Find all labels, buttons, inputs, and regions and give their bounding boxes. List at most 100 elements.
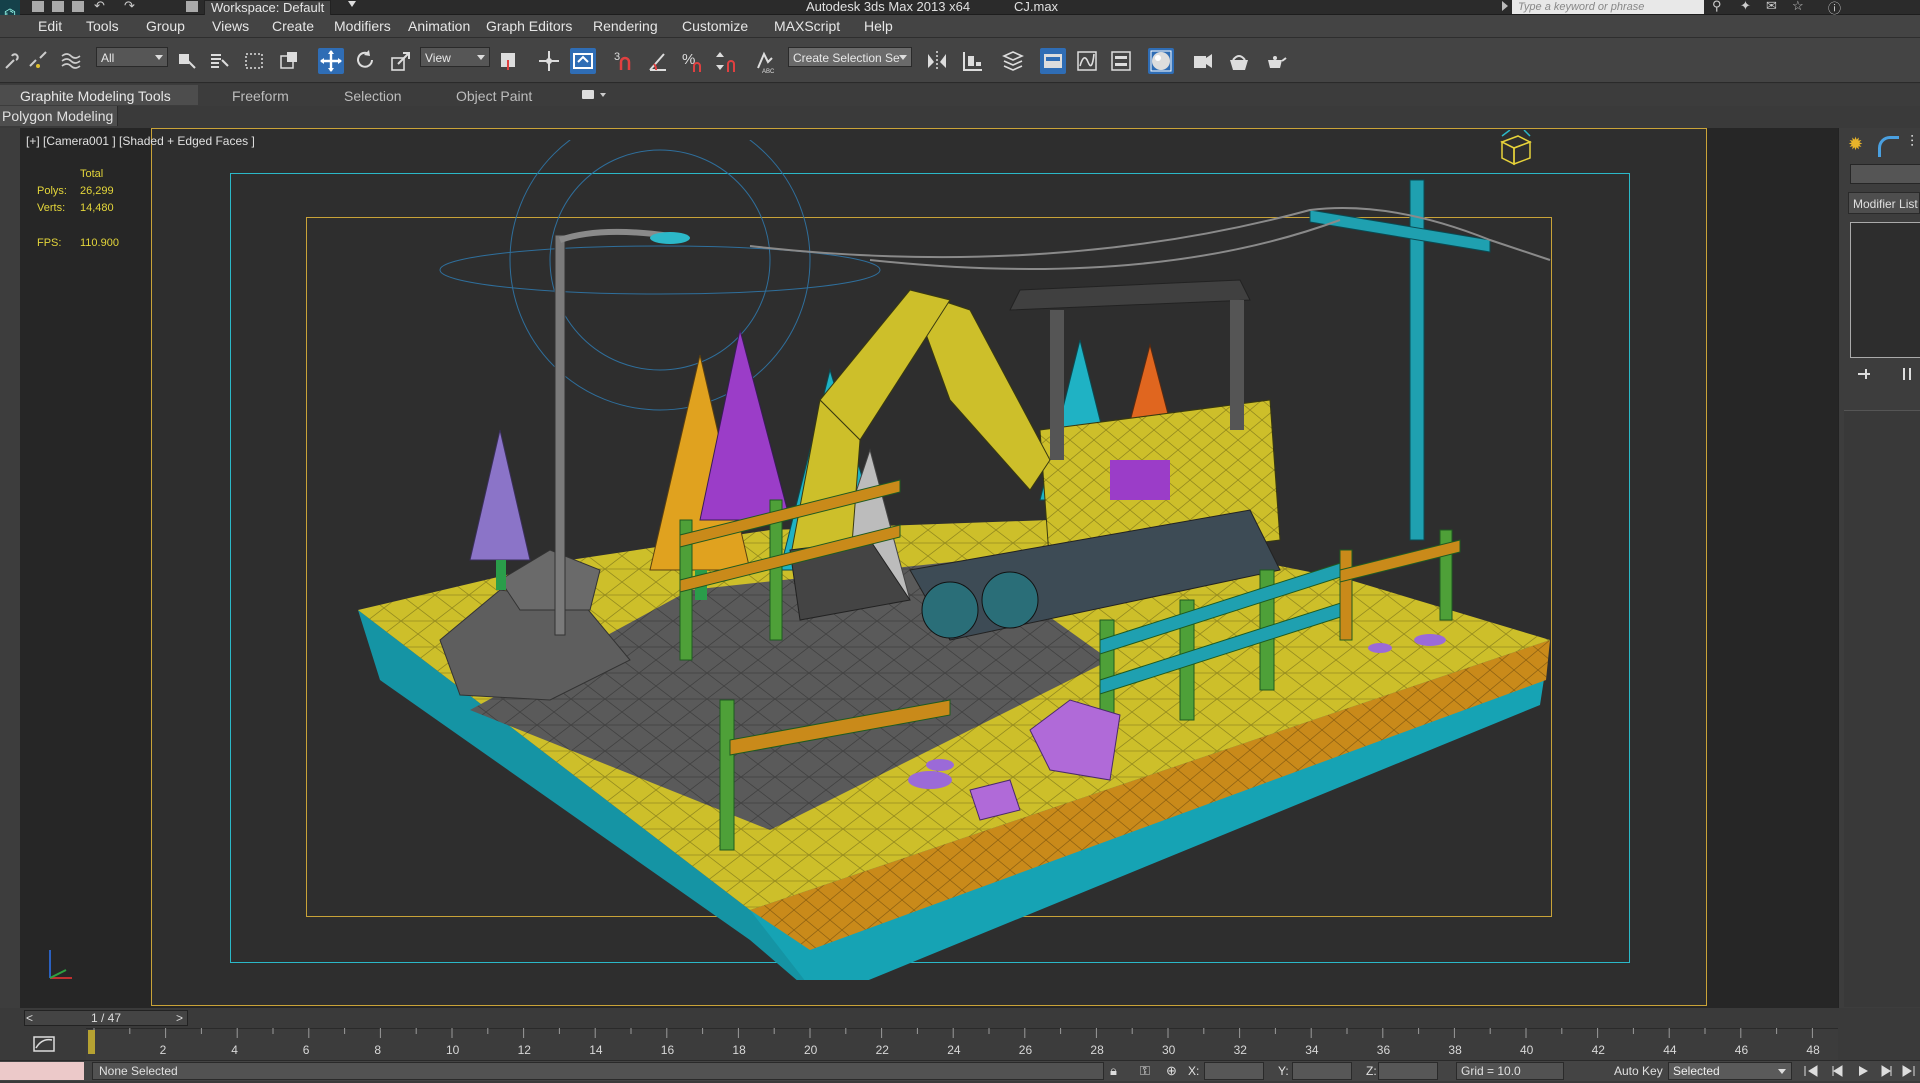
tab-freeform[interactable]: Freeform [232,88,289,104]
current-frame-marker[interactable] [88,1030,95,1054]
modifier-list-dropdown[interactable]: Modifier List [1848,192,1920,214]
save-file-icon[interactable] [72,1,84,12]
selection-filter-dropdown[interactable]: All [96,47,168,67]
isolate-selection-icon[interactable]: ⚿ [1140,1063,1150,1079]
edit-named-selection-sets-icon[interactable]: ABC [754,48,780,75]
new-file-icon[interactable] [32,1,44,12]
redo-icon[interactable]: ↷ [124,0,135,14]
select-object-icon[interactable] [174,48,200,74]
render-setup-icon[interactable] [1190,48,1216,74]
scene-render[interactable] [350,140,1630,980]
search-expand-icon[interactable] [1502,1,1508,11]
select-and-move-button[interactable] [318,48,344,74]
percent-snap-toggle-icon[interactable]: % [680,48,706,74]
go-to-end-icon[interactable] [1900,1064,1918,1078]
menu-graph-editors[interactable]: Graph Editors [486,18,572,34]
rectangular-selection-region-icon[interactable] [242,48,268,74]
chevron-down-icon[interactable] [600,93,606,97]
auto-key-button[interactable]: Auto Key [1614,1064,1663,1078]
next-frame-button[interactable]: > [176,1011,183,1025]
spinner-snap-toggle-icon[interactable] [714,48,740,74]
menu-tools[interactable]: Tools [86,18,119,34]
select-and-link-icon[interactable] [2,48,28,74]
keyboard-shortcut-override-button[interactable] [570,48,596,74]
open-mini-curve-editor-icon[interactable] [30,1034,60,1054]
hierarchy-tab-icon[interactable]: ⫶ [1910,134,1914,152]
time-slider[interactable]: 1 / 47 [24,1010,188,1026]
timeline-tick-label: 14 [589,1043,603,1057]
modifier-stack[interactable] [1850,222,1920,358]
menu-edit[interactable]: Edit [38,18,62,34]
undo-icon[interactable]: ↶ [94,0,105,14]
tab-selection[interactable]: Selection [344,88,402,104]
scene-explorer-layers-icon[interactable] [1000,48,1026,74]
previous-key-icon[interactable] [1828,1064,1846,1078]
z-coordinate-field[interactable] [1378,1062,1438,1080]
reference-coordinate-dropdown[interactable]: View [420,47,490,67]
menu-create[interactable]: Create [272,18,314,34]
align-icon[interactable] [960,48,986,74]
material-editor-button[interactable] [1148,48,1174,74]
menu-help[interactable]: Help [864,18,893,34]
window-crossing-icon[interactable] [276,48,302,74]
ribbon-options-icon[interactable] [582,90,594,99]
menu-customize[interactable]: Customize [682,18,748,34]
show-end-result-icon[interactable] [1894,364,1920,384]
open-file-icon[interactable] [52,1,64,12]
menu-modifiers[interactable]: Modifiers [334,18,391,34]
maxscript-listener-mini[interactable] [0,1062,84,1080]
x-coordinate-field[interactable] [1204,1062,1264,1080]
binoculars-icon[interactable]: ⚲ [1712,0,1722,14]
angle-snap-toggle-icon[interactable] [646,48,672,74]
create-tab-icon[interactable]: ✹ [1848,134,1863,155]
polys-label: Polys: [37,185,67,197]
modify-tab-icon[interactable] [1878,136,1899,157]
snaps-toggle-icon[interactable]: 3 [612,48,638,74]
mirror-icon[interactable] [924,48,950,74]
curve-editor-icon[interactable] [1074,48,1100,74]
workspace-dropdown-arrow-icon[interactable] [348,1,356,7]
timeline-tick-label: 6 [303,1043,310,1057]
select-and-manipulate-icon[interactable] [536,48,562,74]
schematic-view-icon[interactable] [1108,48,1134,74]
select-by-name-icon[interactable] [206,48,232,74]
timeline-tick-label: 44 [1663,1043,1677,1057]
object-name-field[interactable] [1850,164,1920,184]
ribbon-panel-polygon-modeling[interactable]: Polygon Modeling [0,106,118,126]
menu-views[interactable]: Views [212,18,249,34]
render-production-teapot-icon[interactable] [1262,48,1288,74]
project-folder-icon[interactable] [186,1,198,12]
tab-graphite-modeling-tools[interactable]: Graphite Modeling Tools [20,88,171,104]
menu-maxscript[interactable]: MAXScript [774,18,840,34]
set-key-filter-dropdown[interactable]: Selected [1668,1062,1792,1080]
graphite-modeling-tools-toggle-button[interactable] [1040,48,1066,74]
view-cube-icon[interactable] [1494,130,1538,170]
selection-status: None Selected [92,1062,1104,1080]
previous-frame-button[interactable]: < [26,1011,33,1025]
subscription-icon[interactable]: ✦ [1740,0,1751,14]
absolute-mode-icon[interactable]: ⊕ [1166,1063,1177,1079]
next-key-icon[interactable] [1878,1064,1896,1078]
bind-to-space-warp-icon[interactable] [58,48,84,74]
select-and-scale-icon[interactable] [388,48,414,74]
favorites-star-icon[interactable]: ☆ [1792,0,1804,14]
search-input[interactable]: Type a keyword or phrase [1512,0,1704,14]
menu-animation[interactable]: Animation [408,18,470,34]
tab-object-paint[interactable]: Object Paint [456,88,532,104]
use-pivot-point-center-icon[interactable] [496,48,522,74]
menu-group[interactable]: Group [146,18,185,34]
play-icon[interactable] [1854,1064,1872,1078]
go-to-start-icon[interactable] [1802,1064,1820,1078]
y-coordinate-field[interactable] [1292,1062,1352,1080]
named-selection-sets-dropdown[interactable]: Create Selection Se [788,47,912,67]
unlink-selection-icon[interactable] [26,48,52,74]
viewport-label[interactable]: [+] [Camera001 ] [Shaded + Edged Faces ] [26,133,255,149]
menu-rendering[interactable]: Rendering [593,18,658,34]
selection-lock-icon[interactable]: 🔒︎ [1110,1063,1117,1079]
pin-stack-icon[interactable] [1852,364,1878,384]
select-and-rotate-icon[interactable] [352,48,378,74]
rendered-frame-window-icon[interactable] [1226,48,1252,74]
communication-center-icon[interactable]: ✉ [1766,0,1777,14]
workspace-dropdown[interactable]: Workspace: Default [204,0,332,16]
timeline-tick-label: 22 [876,1043,890,1057]
